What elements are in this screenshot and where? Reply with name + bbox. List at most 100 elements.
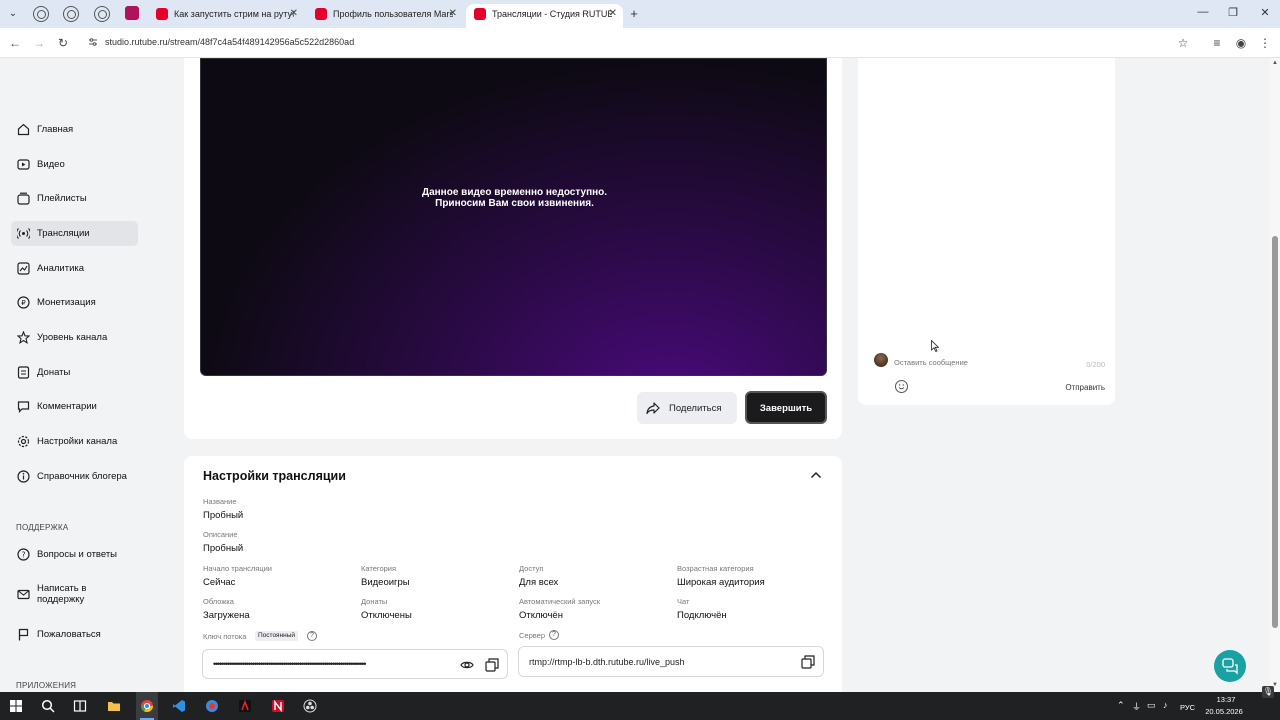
stream-key-field[interactable]: ••••••••••••••••••••••••••••••••••••••••… (202, 649, 508, 679)
search-icon[interactable] (41, 699, 55, 713)
chrome-icon[interactable] (140, 699, 154, 713)
pinned-tab-icon[interactable] (94, 6, 110, 22)
sidebar-item-home[interactable]: Главная (11, 117, 138, 142)
reading-list-icon[interactable]: ≡ (1210, 36, 1224, 50)
tray-language-indicator[interactable]: РУС (1180, 703, 1195, 712)
sidebar-item-label: Главная (37, 124, 74, 135)
bookmark-star-icon[interactable]: ☆ (1176, 36, 1190, 50)
help-question-icon[interactable]: ? (549, 630, 559, 640)
pinned-tab-favicon-icon[interactable] (125, 6, 139, 20)
autostart-value: Отключён (519, 610, 563, 621)
question-icon: ? (17, 548, 30, 561)
profile-icon[interactable]: ◉ (1234, 36, 1248, 50)
share-button-label: Поделиться (669, 403, 722, 414)
tab-list-chevron-icon[interactable]: ⌄ (6, 7, 20, 21)
pinned-tab-icon[interactable] (63, 6, 79, 22)
sidebar-item-write-support[interactable]: Написать в поддержку (11, 578, 138, 610)
cover-label: Обложка (203, 597, 234, 606)
tray-clock-time[interactable]: 13:37 (1210, 695, 1242, 704)
sidebar-item-donates[interactable]: Донаты (11, 360, 138, 385)
vscode-icon[interactable] (172, 699, 186, 713)
sidebar-item-video[interactable]: Видео (11, 152, 138, 177)
tray-usb-icon[interactable]: ⏚ (1132, 700, 1141, 713)
chat-message-input[interactable] (894, 355, 1106, 369)
sidebar-item-label: Трансляции (37, 228, 90, 239)
close-tab-icon[interactable]: ✕ (449, 5, 457, 23)
sidebar-item-monetization[interactable]: ₽ Монетизация (11, 290, 138, 315)
copy-icon[interactable] (801, 655, 815, 669)
app-icon[interactable] (238, 699, 252, 713)
sidebar-item-analytics[interactable]: Аналитика (11, 256, 138, 281)
sidebar-item-blogger-guide[interactable]: Справочник блогера (11, 464, 138, 489)
sidebar-section-apps: ПРИЛОЖЕНИЯ (16, 681, 77, 690)
sidebar-item-faq[interactable]: ? Вопросы и ответы (11, 542, 138, 567)
obs-icon[interactable] (303, 699, 317, 713)
scroll-up-arrow-icon[interactable]: ▲ (1272, 60, 1278, 66)
sidebar-item-label: Аналитика (37, 263, 85, 274)
sidebar-item-comments[interactable]: Комментарии (11, 394, 138, 419)
autostart-label: Автоматический запуск (519, 597, 601, 606)
browser-tab[interactable]: Профиль пользователя Marsh ✕ (307, 4, 463, 28)
server-label: Сервер (519, 631, 546, 640)
sidebar-item-report[interactable]: Пожаловаться (11, 622, 138, 647)
browser-tab[interactable]: Как запустить стрим на рутубе ✕ (148, 4, 304, 28)
finish-button-label: Завершить (759, 403, 813, 414)
reload-icon[interactable]: ↻ (56, 36, 70, 50)
site-settings-icon[interactable] (88, 37, 98, 47)
task-view-icon[interactable] (73, 699, 87, 713)
server-url-field[interactable]: rtmp://rtmp-lb-b.dth.rutube.ru/live_push (518, 646, 824, 677)
page-scrollbar[interactable]: ▲ ▼ (1270, 58, 1280, 692)
new-tab-button[interactable]: + (627, 7, 641, 21)
sidebar-item-broadcasts[interactable]: Трансляции (11, 221, 138, 246)
donates-label: Донаты (361, 597, 388, 606)
app-icon[interactable] (205, 699, 219, 713)
chat-send-button[interactable]: Отправить (1065, 383, 1105, 392)
windows-start-icon[interactable] (9, 699, 23, 713)
scrollbar-thumb[interactable] (1272, 236, 1278, 628)
browser-tab-bar: ⌄ Как запустить стрим на рутубе ✕ Профил… (0, 0, 1280, 28)
emoji-smile-icon[interactable] (895, 380, 908, 393)
forward-arrow-icon[interactable]: → (32, 36, 46, 50)
microphone-icon[interactable]: 🎙 (1262, 686, 1274, 698)
sidebar-item-playlists[interactable]: Плейлисты (11, 186, 138, 211)
tray-chevron-up-icon[interactable]: ⌃ (1117, 700, 1125, 711)
browser-menu-icon[interactable]: ⋮ (1258, 36, 1272, 50)
category-label: Категория (361, 564, 397, 573)
support-chat-button[interactable] (1214, 650, 1246, 682)
sidebar-item-channel-settings[interactable]: Настройки канала (11, 429, 138, 454)
cover-value: Загружена (203, 610, 250, 621)
browser-tab-active[interactable]: Трансляции - Студия RUTUBE ✕ (466, 4, 623, 28)
star-icon (17, 331, 30, 344)
app-icon[interactable] (271, 699, 285, 713)
tray-network-icon[interactable]: ▭ (1147, 700, 1156, 711)
donates-value: Отключены (361, 610, 412, 621)
info-icon (17, 470, 30, 483)
tray-clock-date[interactable]: 20.05.2026 (1202, 707, 1246, 716)
finish-stream-button[interactable]: Завершить (745, 391, 827, 424)
money-icon: ₽ (17, 296, 30, 309)
eye-icon[interactable] (460, 658, 474, 672)
video-player[interactable]: Данное видео временно недоступно. Принос… (200, 58, 827, 376)
video-icon (17, 159, 30, 170)
pinned-tab-icon[interactable] (33, 6, 49, 22)
sidebar-item-label: Донаты (37, 367, 71, 378)
url-field[interactable]: studio.rutube.ru/stream/48f7c4a54f489142… (105, 37, 354, 47)
tray-volume-icon[interactable]: ♪ (1163, 700, 1168, 710)
restore-window-icon[interactable]: ❐ (1226, 6, 1240, 19)
sidebar-item-channel-level[interactable]: Уровень канала (11, 325, 138, 350)
server-url-value: rtmp://rtmp-lb-b.dth.rutube.ru/live_push (529, 657, 685, 667)
close-window-icon[interactable]: ✕ (1258, 6, 1272, 19)
minimize-window-icon[interactable]: — (1196, 6, 1210, 18)
share-button[interactable]: Поделиться (637, 392, 737, 424)
help-question-icon[interactable]: ? (307, 631, 317, 641)
chat-char-counter: 0/200 (1086, 360, 1105, 369)
back-arrow-icon[interactable]: ← (8, 36, 22, 50)
comment-icon (17, 401, 30, 413)
close-tab-icon[interactable]: ✕ (609, 5, 617, 23)
copy-icon[interactable] (485, 658, 499, 672)
name-value: Пробный (203, 510, 244, 521)
close-tab-icon[interactable]: ✕ (290, 5, 298, 23)
broadcast-icon (17, 228, 30, 239)
collapse-chevron-up-icon[interactable] (810, 471, 822, 479)
file-explorer-icon[interactable] (107, 699, 121, 713)
